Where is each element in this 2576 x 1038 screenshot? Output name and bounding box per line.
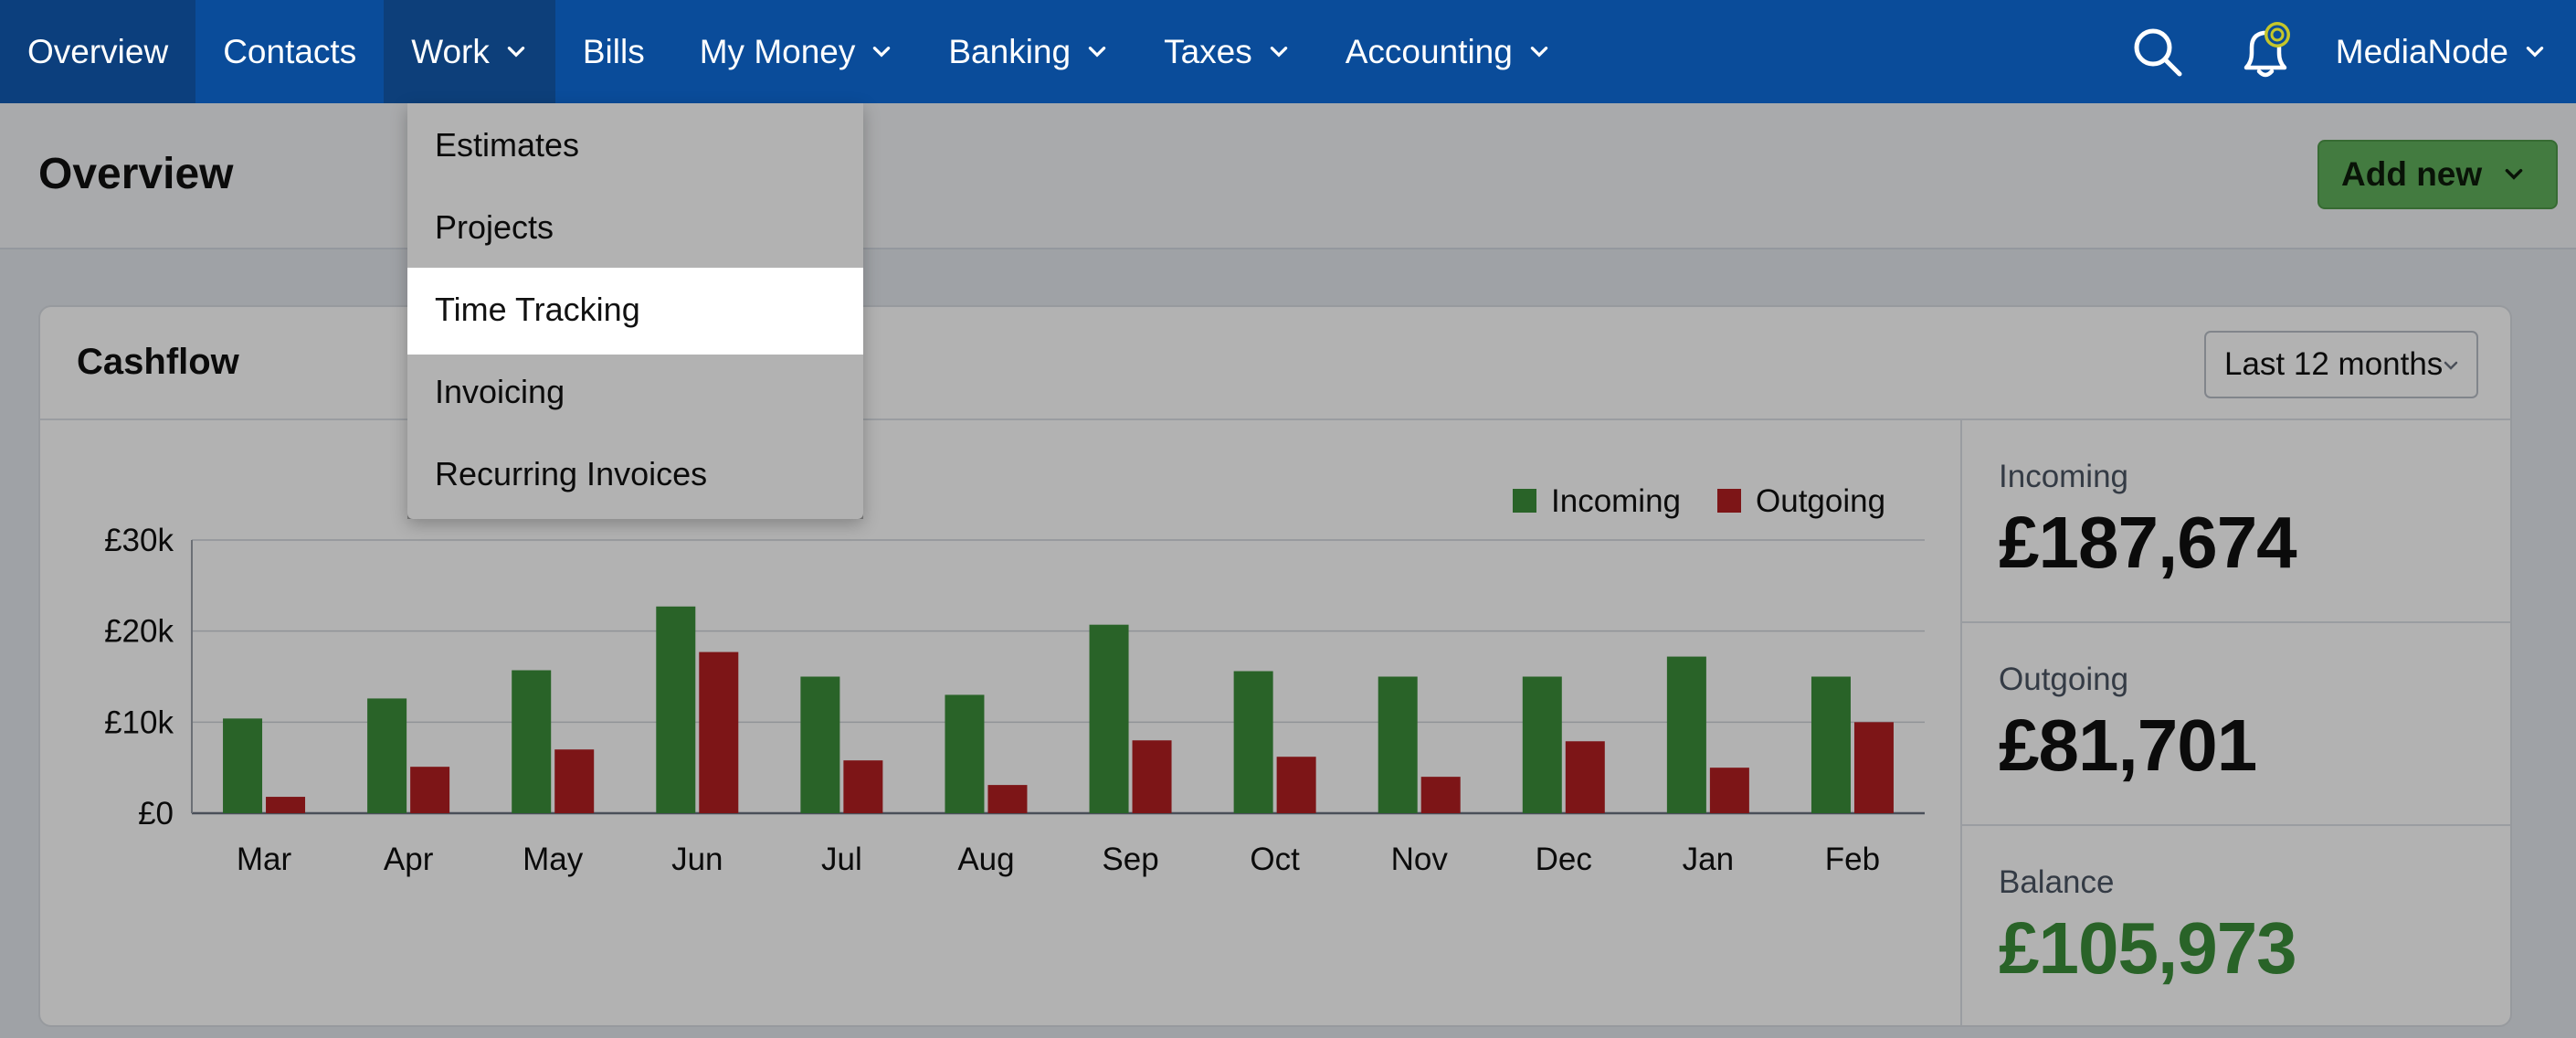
top-nav: Overview Contacts Work Bills My Money Ba… [0, 0, 2576, 103]
account-name: MediaNode [2335, 32, 2508, 70]
search-icon [2134, 28, 2182, 76]
nav-bills[interactable]: Bills [555, 0, 672, 103]
menu-item-invoicing[interactable]: Invoicing [407, 351, 863, 433]
menu-item-recurring-invoices[interactable]: Recurring Invoices [407, 433, 863, 515]
chevron-down-icon [1270, 46, 1287, 58]
nav-overview-label: Overview [27, 32, 169, 70]
menu-item-time-tracking[interactable]: Time Tracking [407, 269, 863, 351]
nav-overview[interactable]: Overview [0, 0, 196, 103]
chevron-down-icon [2526, 46, 2544, 58]
bell-icon [2243, 21, 2290, 77]
chevron-down-icon [873, 46, 891, 58]
nav-work[interactable]: Work [384, 0, 555, 103]
nav-contacts[interactable]: Contacts [195, 0, 384, 103]
chevron-down-icon [1088, 46, 1106, 58]
nav-taxes[interactable]: Taxes [1136, 0, 1318, 103]
nav-accounting-label: Accounting [1345, 32, 1513, 70]
work-dropdown-menu: Estimates Projects Time Tracking Invoici… [407, 103, 863, 519]
nav-accounting[interactable]: Accounting [1318, 0, 1578, 103]
chevron-down-icon [1530, 46, 1548, 58]
nav-bills-label: Bills [582, 32, 645, 70]
nav-banking-label: Banking [948, 32, 1072, 70]
nav-banking[interactable]: Banking [921, 0, 1136, 103]
notifications-button[interactable] [2212, 0, 2319, 103]
nav-my-money-label: My Money [699, 32, 856, 70]
chevron-down-icon [507, 46, 525, 58]
nav-my-money[interactable]: My Money [672, 0, 922, 103]
menu-item-projects[interactable]: Projects [407, 186, 863, 269]
search-button[interactable] [2104, 0, 2212, 103]
nav-contacts-label: Contacts [223, 32, 357, 70]
nav-taxes-label: Taxes [1164, 32, 1252, 70]
nav-right: MediaNode [2104, 0, 2576, 103]
account-menu[interactable]: MediaNode [2319, 33, 2576, 71]
menu-item-estimates[interactable]: Estimates [407, 104, 863, 186]
dim-overlay [0, 103, 2576, 1038]
nav-work-label: Work [411, 32, 490, 70]
